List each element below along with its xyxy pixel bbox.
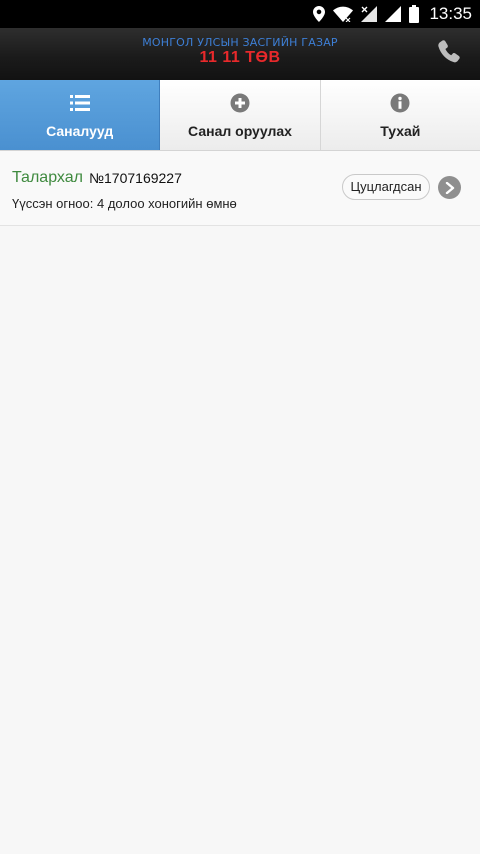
signal-icon (385, 6, 402, 22)
tab-label: Саналууд (46, 123, 114, 139)
brand-title: МОНГОЛ УЛСЫН ЗАСГИЙН ГАЗАР (142, 36, 338, 49)
item-open-button[interactable] (438, 176, 461, 199)
tab-proposals[interactable]: Саналууд (0, 80, 161, 150)
no-signal-icon (361, 6, 378, 22)
tab-label: Тухай (380, 123, 421, 139)
list-icon (69, 93, 90, 113)
status-time: 13:35 (429, 4, 472, 23)
tab-about[interactable]: Тухай (320, 80, 480, 150)
list-item[interactable]: Талархал №1707169227 Үүсcэн огноо: 4 дол… (0, 151, 480, 226)
brand-logo: МОНГОЛ УЛСЫН ЗАСГИЙН ГАЗАР 11 11 ТӨВ (0, 36, 480, 67)
phone-icon (435, 38, 463, 71)
item-created-date: Үүсcэн огноо: 4 долоо хоногийн өмнө (12, 196, 237, 211)
wifi-icon (333, 6, 354, 22)
item-category: Талархал (12, 169, 83, 186)
status-bar: 13:35 (0, 0, 480, 28)
proposal-list: Талархал №1707169227 Үүсcэн огноо: 4 дол… (0, 151, 480, 226)
chevron-right-icon (445, 181, 455, 194)
tab-bar: Саналууд Санал оруулах Тухай (0, 80, 480, 151)
item-number: №1707169227 (89, 170, 182, 186)
tab-label: Санал оруулах (188, 123, 292, 139)
status-badge: Цуцлагдсан (342, 174, 430, 200)
location-icon (313, 6, 326, 22)
battery-icon (409, 5, 420, 23)
info-circle-icon (390, 93, 410, 113)
call-button[interactable] (432, 37, 466, 71)
plus-circle-icon (230, 93, 250, 113)
status-icons: 13:35 (305, 0, 472, 28)
tab-submit-proposal[interactable]: Санал оруулах (160, 80, 321, 150)
app-header: МОНГОЛ УЛСЫН ЗАСГИЙН ГАЗАР 11 11 ТӨВ (0, 28, 480, 81)
brand-subtitle: 11 11 ТӨВ (199, 49, 281, 66)
